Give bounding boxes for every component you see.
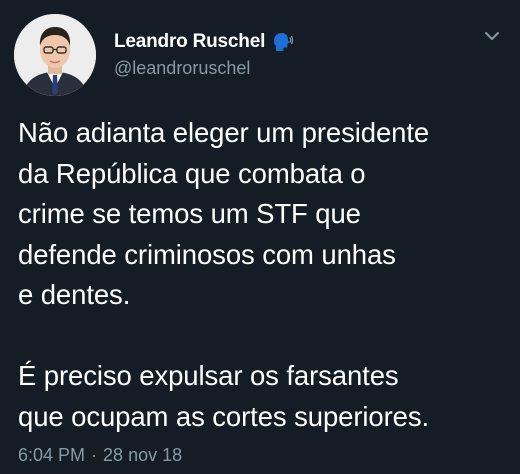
avatar-portrait [14,14,96,96]
tweet-time: 6:04 PM [18,445,86,465]
author-handle[interactable]: @leandroruschel [114,58,293,79]
meta-separator: · [91,445,98,465]
tweet-date: 28 nov 18 [103,445,183,465]
speaking-head-icon [271,31,294,53]
name-row: Leandro Ruschel [114,30,294,54]
tweet-text: Não adianta eleger um presidente da Repú… [18,117,430,432]
tweet-card: Leandro Ruschel @leandroruschel Não adia… [0,0,520,474]
chevron-down-icon[interactable] [482,26,502,46]
tweet-timestamp[interactable]: 6:04 PM · 28 nov 18 [18,445,182,466]
avatar[interactable] [14,14,96,96]
author-display-name[interactable]: Leandro Ruschel [114,31,265,53]
author-block: Leandro Ruschel @leandroruschel [114,30,294,79]
